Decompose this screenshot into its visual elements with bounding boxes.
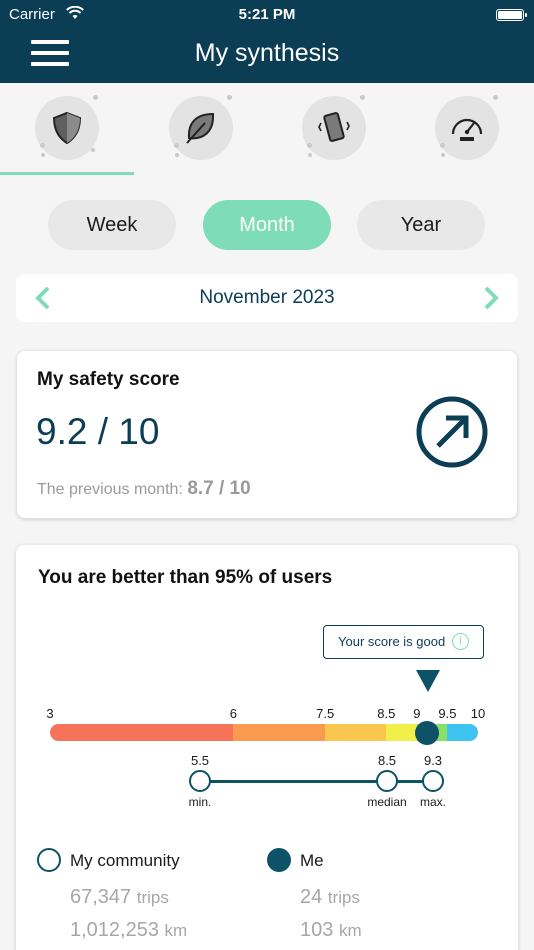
- scale-tick-label: 9: [413, 706, 421, 721]
- app-header: Carrier 5:21 PM My synthesis: [0, 0, 534, 83]
- period-month-button[interactable]: Month: [203, 200, 331, 250]
- scale-tick-label: 7.5: [316, 706, 335, 721]
- median-score-value: 8.5: [377, 753, 397, 768]
- active-tab-indicator: [0, 172, 134, 175]
- max-score-label: max.: [419, 795, 447, 809]
- me-km-value: 103: [300, 919, 334, 941]
- scale-segment: [447, 724, 478, 741]
- safety-score-value: 9.2 / 10: [36, 411, 160, 452]
- community-trips-value: 67,347: [70, 886, 132, 908]
- score-scale-bar: [50, 724, 478, 741]
- me-km-unit: km: [338, 921, 362, 940]
- tooltip-text: Your score is good: [338, 634, 446, 649]
- scale-tick-label: 10: [470, 706, 486, 721]
- community-trips-unit: trips: [136, 888, 169, 907]
- next-month-button[interactable]: [478, 285, 504, 311]
- leaf-icon: [186, 112, 215, 144]
- me-trips: 24 trips: [300, 886, 360, 909]
- shield-icon: [52, 111, 82, 145]
- me-trips-value: 24: [300, 886, 323, 908]
- me-legend-label: Me: [300, 851, 324, 870]
- chevron-right-icon: [484, 286, 499, 310]
- max-score-marker: [422, 770, 444, 792]
- safety-score-title: My safety score: [37, 369, 180, 390]
- category-tabs: [0, 83, 534, 176]
- me-legend-dot: [267, 848, 291, 872]
- period-week-button[interactable]: Week: [48, 200, 176, 250]
- tab-speed[interactable]: [400, 83, 533, 176]
- me-trips-unit: trips: [327, 888, 360, 907]
- phone-vibrate-icon: [318, 112, 350, 142]
- page-title: My synthesis: [194, 39, 340, 67]
- my-score-pointer: [416, 670, 440, 692]
- community-legend-label: My community: [70, 851, 180, 870]
- tab-distraction[interactable]: [267, 83, 400, 176]
- users-comparison-card: You are better than 95% of users Your sc…: [16, 545, 518, 950]
- comparison-title: You are better than 95% of users: [38, 567, 333, 588]
- tab-safety[interactable]: [0, 83, 133, 176]
- trend-up-icon: [415, 395, 489, 469]
- tab-eco[interactable]: [134, 83, 267, 176]
- month-navigator: November 2023: [16, 274, 518, 322]
- status-bar: Carrier 5:21 PM: [0, 5, 534, 24]
- scale-tick-label: 3: [46, 706, 54, 721]
- median-score-label: median: [367, 795, 407, 809]
- scale-segment: [325, 724, 387, 741]
- min-score-value: 5.5: [190, 753, 210, 768]
- previous-month-label: The previous month:: [37, 481, 183, 498]
- min-score-label: min.: [188, 795, 212, 809]
- median-score-marker: [376, 770, 398, 792]
- safety-score-card[interactable]: My safety score 9.2 / 10 The previous mo…: [17, 351, 517, 518]
- battery-icon: [496, 9, 527, 21]
- period-year-button[interactable]: Year: [357, 200, 485, 250]
- scale-segment: [233, 724, 326, 741]
- scale-tick-label: 6: [229, 706, 238, 721]
- scale-segment: [50, 724, 234, 741]
- scale-tick-label: 9.5: [438, 706, 457, 721]
- month-label: November 2023: [199, 287, 335, 308]
- community-km: 1,012,253 km: [70, 919, 187, 942]
- speedometer-icon: [451, 118, 483, 141]
- community-km-unit: km: [164, 921, 188, 940]
- community-km-value: 1,012,253: [70, 919, 159, 941]
- previous-month-score: The previous month: 8.7 / 10: [37, 478, 251, 500]
- min-score-marker: [189, 770, 211, 792]
- info-icon[interactable]: i: [452, 633, 469, 650]
- my-score-marker: [415, 721, 439, 745]
- previous-month-value: 8.7 / 10: [187, 478, 251, 499]
- score-tooltip[interactable]: Your score is good i: [323, 625, 484, 659]
- scale-segment: [386, 724, 417, 741]
- community-legend-dot: [37, 848, 61, 872]
- me-km: 103 km: [300, 919, 362, 942]
- max-score-value: 9.3: [423, 753, 443, 768]
- status-time: 5:21 PM: [238, 6, 296, 23]
- scale-tick-label: 8.5: [377, 706, 396, 721]
- community-range-line: [200, 780, 434, 783]
- community-trips: 67,347 trips: [70, 886, 169, 909]
